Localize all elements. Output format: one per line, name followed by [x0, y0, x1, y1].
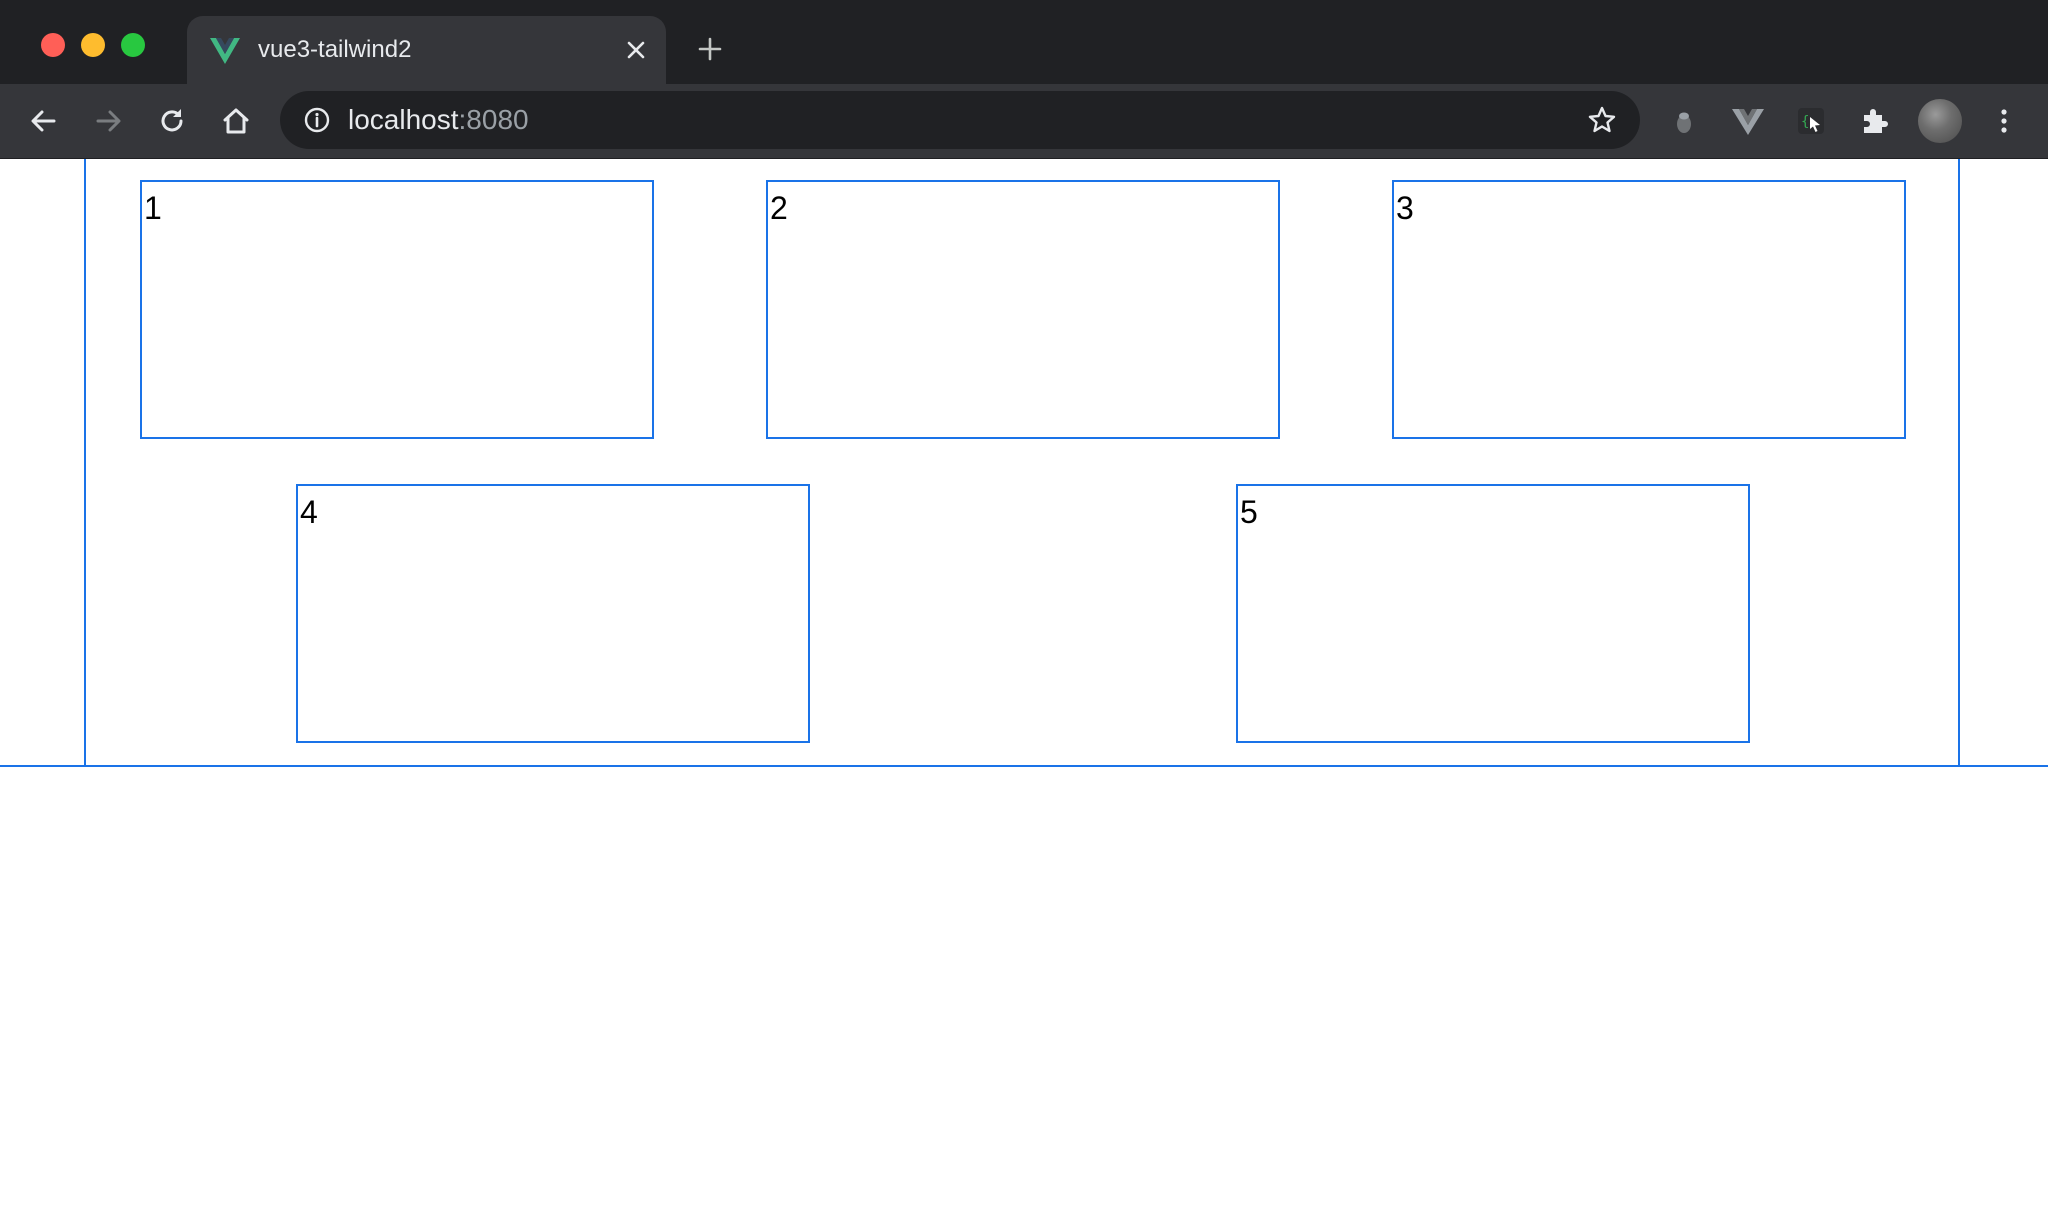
- tab-active[interactable]: vue3-tailwind2: [187, 16, 666, 84]
- grid-box-4: 4: [296, 484, 810, 743]
- browser-window: vue3-tailwind2 localhost:8080 {1 2 3 4 …: [0, 0, 2048, 1230]
- extensions-button[interactable]: [1857, 103, 1893, 139]
- avatar[interactable]: [1918, 99, 1962, 143]
- grid-box-5: 5: [1236, 484, 1750, 743]
- tab-strip: vue3-tailwind2: [0, 0, 2048, 84]
- page-viewport: 1 2 3 4 5: [0, 159, 2048, 1230]
- address-bar[interactable]: localhost:8080: [280, 91, 1640, 149]
- plus-icon[interactable]: [694, 33, 726, 65]
- grid-box-3: 3: [1392, 180, 1906, 439]
- ghost-extension-button[interactable]: [1666, 103, 1702, 139]
- box-label: 3: [1396, 190, 1414, 226]
- minimize-window-button[interactable]: [81, 33, 105, 57]
- vue-devtools-icon: [1732, 109, 1764, 135]
- container-bottom-border: [0, 765, 2048, 767]
- close-window-button[interactable]: [41, 33, 65, 57]
- grid-box-1: 1: [140, 180, 654, 439]
- box-label: 4: [300, 494, 318, 530]
- home-icon: [223, 108, 249, 134]
- back-button[interactable]: [26, 103, 62, 139]
- puzzle-icon: [1864, 109, 1888, 133]
- reload-button[interactable]: [154, 103, 190, 139]
- url-text: localhost:8080: [348, 104, 529, 136]
- toolbar: localhost:8080 {: [0, 84, 2048, 159]
- arrow-right-icon: [96, 110, 121, 132]
- home-button[interactable]: [218, 103, 254, 139]
- code-inspector-button[interactable]: {: [1793, 103, 1829, 139]
- svg-text:{: {: [1801, 114, 1809, 130]
- code-inspector-icon: {: [1798, 108, 1824, 134]
- grid-box-2: 2: [766, 180, 1280, 439]
- forward-button[interactable]: [90, 103, 126, 139]
- box-label: 2: [770, 190, 788, 226]
- url-port: :8080: [458, 104, 529, 135]
- tab-title: vue3-tailwind2: [258, 36, 412, 63]
- box-label: 5: [1240, 494, 1258, 530]
- vue-devtools-button[interactable]: [1730, 103, 1766, 139]
- browser-menu-button[interactable]: [1986, 103, 2022, 139]
- kebab-menu-icon: [2001, 109, 2007, 133]
- vue-logo-icon: [210, 38, 240, 64]
- arrow-left-icon: [31, 110, 56, 132]
- star-icon[interactable]: [1586, 104, 1618, 136]
- box-label: 1: [144, 190, 162, 226]
- url-host: localhost: [348, 104, 459, 135]
- ghost-extension-icon: [1677, 112, 1691, 133]
- info-icon[interactable]: [302, 105, 332, 135]
- maximize-window-button[interactable]: [121, 33, 145, 57]
- close-tab-icon[interactable]: [620, 34, 652, 66]
- reload-icon: [161, 109, 183, 132]
